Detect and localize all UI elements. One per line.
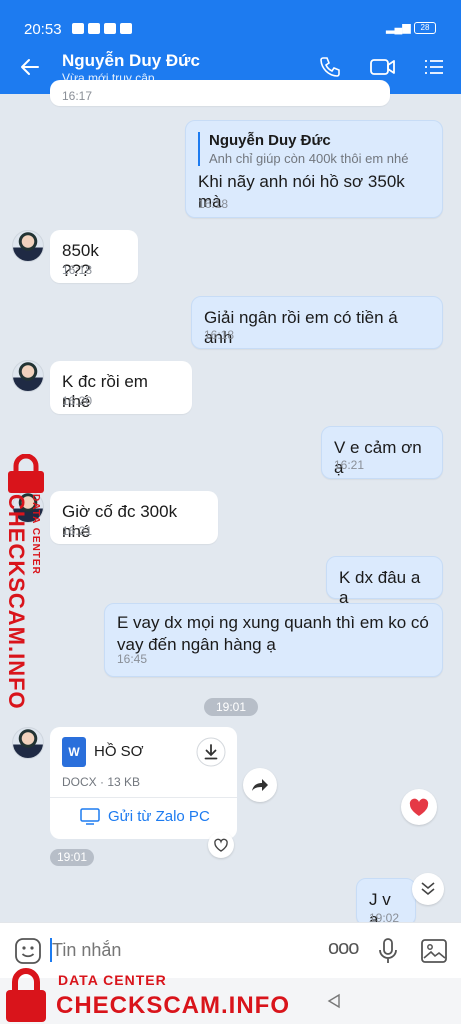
message-input[interactable] [52, 940, 252, 961]
battery-icon: 28 [414, 22, 436, 34]
message-bubble-sent[interactable]: V e cảm ơn ạ 16:21 [321, 426, 443, 479]
message-bubble-received[interactable]: 16:17 [50, 80, 390, 106]
side-watermark: DATA CENTER CHECKSCAM.INFO [0, 454, 52, 710]
watermark-label: DATA CENTER [58, 972, 167, 988]
message-time: 16:18 [62, 263, 93, 277]
file-message-card[interactable]: W HỒ SƠ DOCX · 13 KB Gửi từ Zalo PC [50, 727, 237, 839]
message-bubble-sent[interactable]: K dx đâu a ạ [326, 556, 443, 607]
youtube-icon [104, 23, 116, 34]
lock-icon [8, 454, 44, 493]
watermark-brand: CHECKSCAM.INFO [56, 992, 290, 1019]
double-chevron-down-icon [421, 882, 435, 896]
message-bubble-received[interactable]: K đc rồi em nhé 16:20 [50, 361, 192, 414]
more-options-icon[interactable]: ooo [328, 937, 359, 960]
facebook-icon [72, 23, 84, 34]
message-bubble-received[interactable]: Giờ cố đc 300k nhé 16:21 [50, 491, 218, 544]
word-document-icon: W [62, 737, 86, 767]
watermark-brand: CHECKSCAM.INFO [4, 494, 29, 710]
download-icon[interactable] [196, 737, 226, 767]
message-time: 16:20 [62, 394, 93, 408]
message-text: Giải ngân rồi em có tiền á anh [204, 308, 398, 347]
notification-icons [72, 23, 132, 34]
forward-button[interactable] [243, 768, 277, 802]
file-meta: DOCX · 13 KB [62, 775, 141, 789]
file-name: HỒ SƠ [94, 743, 144, 760]
desktop-icon [80, 808, 100, 825]
message-text: Khi nãy anh nói hồ sơ 350k mà [198, 172, 405, 211]
message-text: E vay dx mọi ng xung quanh thì em ko có … [117, 613, 429, 654]
menu-list-icon[interactable] [422, 55, 446, 79]
status-bar: 20:53 ▂▄▆ 28 [0, 0, 461, 40]
microphone-icon[interactable] [376, 937, 400, 965]
time-divider: 19:01 [204, 698, 258, 716]
message-bubble-sent[interactable]: Nguyễn Duy Đức Anh chỉ giúp còn 400k thô… [185, 120, 443, 218]
lock-icon [6, 968, 46, 1022]
message-time: 16:18 [198, 197, 229, 211]
heart-icon [409, 798, 429, 816]
message-time: 16:17 [62, 89, 93, 103]
message-time: 16:21 [334, 458, 365, 472]
file-message-time: 19:01 [50, 849, 94, 866]
contact-name[interactable]: Nguyễn Duy Đức [62, 51, 200, 71]
signal-icon: ▂▄▆ [386, 22, 411, 34]
emoji-icon[interactable] [14, 937, 42, 965]
contact-avatar[interactable] [12, 727, 44, 759]
message-bubble-sent[interactable]: Giải ngân rồi em có tiền á anh 16:18 [191, 296, 443, 349]
zalo-icon [88, 23, 100, 34]
quote-sender: Nguyễn Duy Đức [209, 132, 331, 149]
watermark-label: DATA CENTER [30, 494, 41, 575]
message-time: 16:21 [62, 524, 93, 538]
quote-text: Anh chỉ giúp còn 400k thôi em nhé [209, 151, 409, 166]
video-call-icon[interactable] [369, 55, 397, 79]
reply-quote[interactable]: Nguyễn Duy Đức Anh chỉ giúp còn 400k thô… [198, 132, 429, 166]
contact-avatar[interactable] [12, 230, 44, 262]
message-time: 16:45 [117, 652, 148, 666]
heart-reaction-button[interactable] [401, 789, 437, 825]
card-divider [50, 797, 237, 798]
nav-back-icon[interactable] [325, 992, 343, 1010]
reaction-button[interactable] [208, 832, 234, 858]
heart-outline-icon [214, 838, 228, 852]
sent-from-label: Gửi từ Zalo PC [108, 808, 210, 825]
scroll-down-button[interactable] [412, 873, 444, 905]
share-arrow-icon [252, 779, 268, 791]
message-bubble-sent[interactable]: E vay dx mọi ng xung quanh thì em ko có … [104, 603, 443, 677]
status-time: 20:53 [24, 21, 62, 38]
bottom-watermark: DATA CENTER CHECKSCAM.INFO [0, 962, 300, 1024]
back-arrow-icon[interactable] [18, 55, 42, 79]
message-text: K dx đâu a ạ [339, 568, 421, 607]
message-bubble-received[interactable]: 850k ??? 16:18 [50, 230, 138, 283]
image-icon[interactable] [420, 938, 448, 964]
phone-icon[interactable] [318, 55, 342, 79]
messenger-icon [120, 23, 132, 34]
message-bubble-sent[interactable]: J v ạ 19:02 [356, 878, 416, 929]
message-time: 16:18 [204, 328, 235, 342]
contact-avatar[interactable] [12, 360, 44, 392]
